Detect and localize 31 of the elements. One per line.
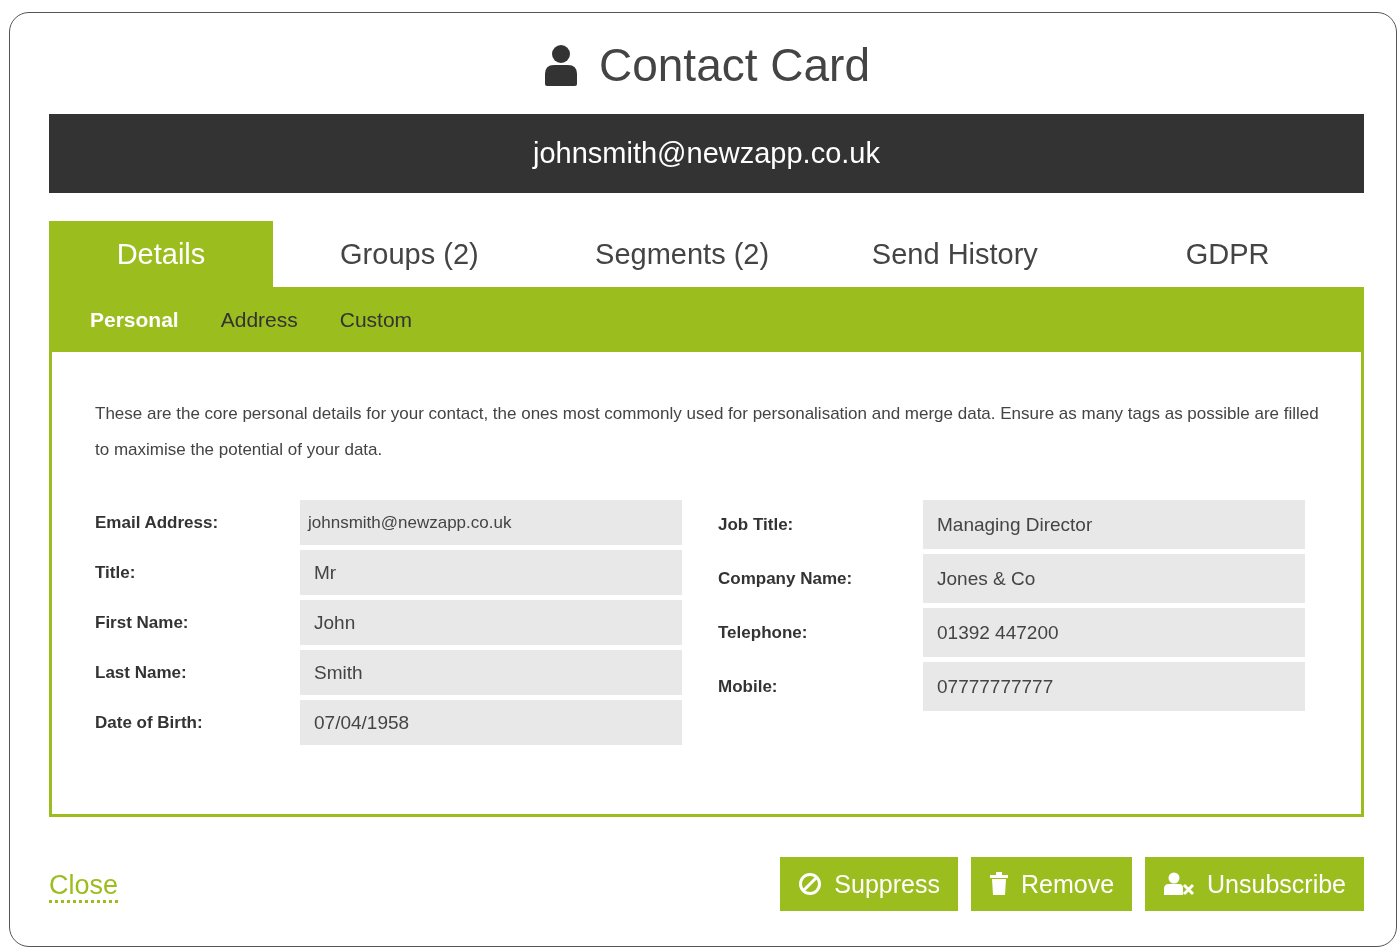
user-remove-icon	[1163, 872, 1196, 896]
email-banner: johnsmith@newzapp.co.uk	[49, 114, 1364, 193]
field-label: Telephone:	[718, 622, 809, 643]
person-icon	[543, 43, 579, 86]
input-field[interactable]: Jones & Co	[923, 554, 1305, 603]
tab[interactable]: GDPR	[1091, 221, 1364, 287]
field-label: Company Name:	[718, 568, 854, 589]
input-field[interactable]: Managing Director	[923, 500, 1305, 549]
input-field[interactable]: johnsmith@newzapp.co.uk	[300, 500, 682, 545]
tab[interactable]: Groups (2)	[273, 221, 546, 287]
field-label: Mobile:	[718, 676, 779, 697]
input-field[interactable]: Smith	[300, 650, 682, 695]
field-label: Email Address:	[95, 512, 220, 533]
input-field[interactable]: John	[300, 600, 682, 645]
input-field[interactable]: 07/04/1958	[300, 700, 682, 745]
sub-tab[interactable]: Address	[220, 307, 298, 332]
window-title: Contact Card	[599, 37, 870, 92]
prohibited-icon	[798, 872, 823, 896]
tab[interactable]: Send History	[818, 221, 1092, 287]
field-label: Date of Birth:	[95, 712, 204, 733]
description-text: These are the core personal details for your contact, the ones most commonly used for personalisation and merge data. Ensure as many tags as possible are filled to maximise the potential of your data.	[95, 403, 1320, 461]
field-label: First Name:	[95, 612, 190, 633]
field-label: Last Name:	[95, 662, 188, 683]
input-field[interactable]: Mr	[300, 550, 682, 595]
input-field[interactable]: 07777777777	[923, 662, 1305, 711]
field-label: Title:	[95, 562, 137, 583]
sub-tab[interactable]: Custom	[339, 307, 413, 332]
tab[interactable]: Segments (2)	[545, 221, 819, 287]
input-field[interactable]: 01392 447200	[923, 608, 1305, 657]
trash-icon	[988, 872, 1009, 896]
field-label: Job Title:	[718, 514, 795, 535]
